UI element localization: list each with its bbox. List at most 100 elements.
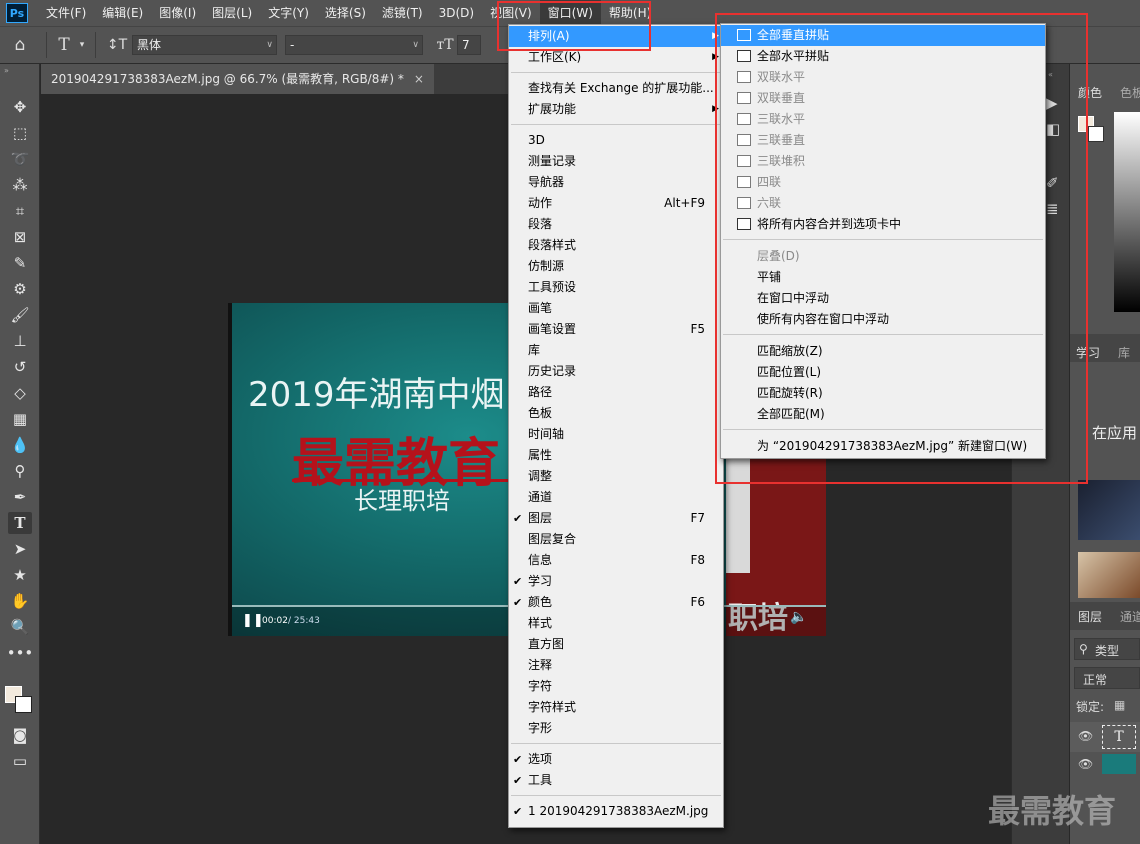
document-tab[interactable]: 201904291738383AezM.jpg @ 66.7% (最需教育, R… xyxy=(41,64,434,94)
menu-filter[interactable]: 滤镜(T) xyxy=(374,0,431,26)
arrange-menu-item[interactable]: 使所有内容在窗口中浮动 xyxy=(721,309,1045,330)
window-menu-item[interactable]: 信息 F8 xyxy=(509,550,723,571)
arrange-menu-item[interactable]: 将所有内容合并到选项卡中 xyxy=(721,214,1045,235)
window-menu-item[interactable]: 库 xyxy=(509,340,723,361)
layer-row-image[interactable]: 👁 xyxy=(1070,752,1140,778)
window-menu-item[interactable]: ✔ 1 201904291738383AezM.jpg xyxy=(509,801,723,822)
visibility-eye-icon[interactable]: 👁 xyxy=(1078,729,1093,743)
window-menu-item[interactable]: ✔ 图层 F7 xyxy=(509,508,723,529)
window-menu-item[interactable]: 通道 xyxy=(509,487,723,508)
lasso-icon[interactable]: ➰ xyxy=(8,148,32,170)
history-brush-icon[interactable]: ↺ xyxy=(8,356,32,378)
adjust-panel-icon[interactable]: ◧ xyxy=(1046,120,1060,138)
move-icon[interactable]: ✥ xyxy=(8,96,32,118)
menu-help[interactable]: 帮助(H) xyxy=(601,0,659,26)
eraser-icon[interactable]: ◇ xyxy=(8,382,32,404)
arrange-menu-item[interactable]: 在窗口中浮动 xyxy=(721,288,1045,309)
arrange-menu-item[interactable]: 全部垂直拼贴 xyxy=(721,25,1045,46)
arrange-menu-item[interactable]: 平铺 xyxy=(721,267,1045,288)
crop-icon[interactable]: ⌗ xyxy=(8,200,32,222)
home-icon[interactable]: ⌂ xyxy=(0,35,40,55)
window-menu-item[interactable]: ✔ 学习 xyxy=(509,571,723,592)
screen-mode-icon[interactable]: ▭ xyxy=(8,750,32,772)
window-menu-item[interactable]: 段落 xyxy=(509,214,723,235)
shape-icon[interactable]: ★ xyxy=(8,564,32,586)
type-icon[interactable]: T xyxy=(8,512,32,534)
window-menu-item[interactable]: 字形 xyxy=(509,718,723,739)
font-size-select[interactable]: 7 xyxy=(457,35,481,55)
tab-libraries[interactable]: 库 xyxy=(1118,344,1130,361)
pen-icon[interactable]: ✒ xyxy=(8,486,32,508)
eyedropper-icon[interactable]: ✎ xyxy=(8,252,32,274)
tab-channels[interactable]: 通道 xyxy=(1120,608,1140,625)
gradient-icon[interactable]: ▦ xyxy=(8,408,32,430)
more-icon[interactable]: ••• xyxy=(7,642,34,664)
window-menu-item[interactable]: 工作区(K) ▶ xyxy=(509,47,723,68)
window-menu-item[interactable]: 导航器 xyxy=(509,172,723,193)
background-color-swatch[interactable] xyxy=(1088,126,1104,142)
zoom-icon[interactable]: 🔍 xyxy=(8,616,32,638)
lock-transparent-icon[interactable]: ▦ xyxy=(1114,698,1125,712)
marquee-icon[interactable]: ⬚ xyxy=(8,122,32,144)
menu-layer[interactable]: 图层(L) xyxy=(204,0,260,26)
visibility-eye-icon[interactable]: 👁 xyxy=(1078,757,1093,771)
window-menu-item[interactable]: 画笔设置 F5 xyxy=(509,319,723,340)
arrange-menu-item[interactable]: 匹配位置(L) xyxy=(721,362,1045,383)
window-menu-item[interactable]: 时间轴 xyxy=(509,424,723,445)
tab-layers[interactable]: 图层 xyxy=(1078,608,1102,625)
tab-color[interactable]: 颜色 xyxy=(1078,84,1102,101)
blur-icon[interactable]: 💧 xyxy=(8,434,32,456)
magic-wand-icon[interactable]: ⁂ xyxy=(8,174,32,196)
window-menu-item[interactable]: 段落样式 xyxy=(509,235,723,256)
arrange-menu-item[interactable]: 匹配旋转(R) xyxy=(721,383,1045,404)
font-family-select[interactable]: 黑体 ∨ xyxy=(132,35,277,55)
menu-type[interactable]: 文字(Y) xyxy=(260,0,317,26)
window-menu-item[interactable]: 路径 xyxy=(509,382,723,403)
menu-edit[interactable]: 编辑(E) xyxy=(94,0,151,26)
menu-image[interactable]: 图像(I) xyxy=(151,0,204,26)
text-orientation-icon[interactable]: ↕T xyxy=(102,37,132,53)
window-menu-item[interactable]: 调整 xyxy=(509,466,723,487)
window-menu-item[interactable]: 字符 xyxy=(509,676,723,697)
window-menu-item[interactable]: 3D xyxy=(509,130,723,151)
path-select-icon[interactable]: ➤ xyxy=(8,538,32,560)
window-menu-item[interactable]: 属性 xyxy=(509,445,723,466)
collapse-icon[interactable]: « xyxy=(1048,70,1053,79)
window-menu-item[interactable]: 仿制源 xyxy=(509,256,723,277)
menu-3d[interactable]: 3D(D) xyxy=(431,0,482,26)
font-style-select[interactable]: - ∨ xyxy=(285,35,423,55)
pause-icon[interactable]: ❚❚ xyxy=(242,613,264,628)
blend-mode-select[interactable]: 正常 xyxy=(1074,667,1140,689)
quick-mask-icon[interactable]: ◙ xyxy=(8,724,32,746)
layer-filter-select[interactable]: ⚲ 类型 xyxy=(1074,638,1140,660)
collapse-icon[interactable]: » xyxy=(4,66,9,75)
window-menu-item[interactable]: 工具预设 xyxy=(509,277,723,298)
window-menu-item[interactable]: 查找有关 Exchange 的扩展功能... xyxy=(509,78,723,99)
stamp-icon[interactable]: ⊥ xyxy=(8,330,32,352)
tutorial-thumbnail[interactable] xyxy=(1078,480,1140,540)
menu-select[interactable]: 选择(S) xyxy=(317,0,374,26)
window-menu-item[interactable]: 排列(A) ▶ xyxy=(509,26,723,47)
window-menu-item[interactable]: 扩展功能 ▶ xyxy=(509,99,723,120)
window-menu-item[interactable]: 画笔 xyxy=(509,298,723,319)
dodge-icon[interactable]: ⚲ xyxy=(8,460,32,482)
arrange-menu-item[interactable]: 匹配缩放(Z) xyxy=(721,341,1045,362)
menu-view[interactable]: 视图(V) xyxy=(482,0,540,26)
window-menu-item[interactable]: 注释 xyxy=(509,655,723,676)
color-picker-field[interactable] xyxy=(1114,112,1140,312)
brush-settings-icon[interactable]: ≣ xyxy=(1046,200,1059,218)
window-menu-item[interactable]: 字符样式 xyxy=(509,697,723,718)
type-tool-icon[interactable]: T xyxy=(53,35,75,55)
tutorial-thumbnail[interactable] xyxy=(1078,552,1140,598)
window-menu-item[interactable]: 历史记录 xyxy=(509,361,723,382)
window-menu-item[interactable]: 动作 Alt+F9 xyxy=(509,193,723,214)
healing-icon[interactable]: ⚙ xyxy=(8,278,32,300)
volume-icon[interactable]: 🔈 xyxy=(790,609,807,625)
window-menu-item[interactable]: ✔ 选项 xyxy=(509,749,723,770)
hand-icon[interactable]: ✋ xyxy=(8,590,32,612)
menu-window[interactable]: 窗口(W) xyxy=(539,0,601,26)
brush-icon[interactable]: 🖌 xyxy=(8,304,32,326)
brush-panel-icon[interactable]: ✐ xyxy=(1046,174,1059,192)
frame-icon[interactable]: ⊠ xyxy=(8,226,32,248)
window-menu-item[interactable]: 测量记录 xyxy=(509,151,723,172)
